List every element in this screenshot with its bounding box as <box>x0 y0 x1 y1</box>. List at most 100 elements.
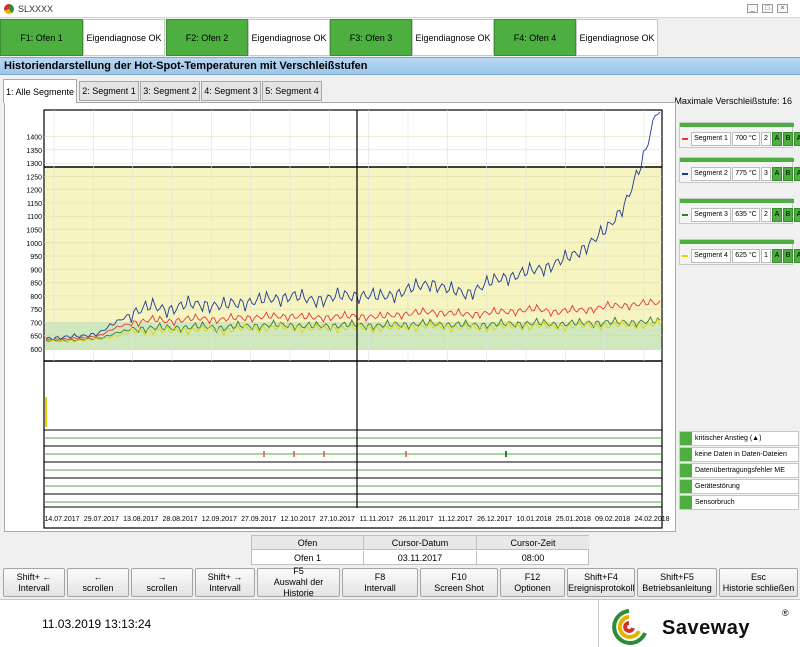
event-no-data[interactable]: keine Daten in Daten-Dateien <box>679 447 799 462</box>
segment-2-name: Segment 2 <box>691 166 731 181</box>
y-tick-label: 1400 <box>26 135 42 142</box>
registered-mark: ® <box>782 608 789 618</box>
x-tick-label: 09.02.2018 <box>595 516 630 523</box>
tab-all-segments[interactable]: 1: Alle Segmente <box>3 79 77 103</box>
y-tick-label: 1250 <box>26 174 42 181</box>
fkey-label: Esc <box>750 571 766 582</box>
event-no-data-marker <box>680 448 692 461</box>
x-tick-label: 14.07.2017 <box>44 516 79 523</box>
x-tick-label: 11.12.2017 <box>438 516 473 523</box>
event-log-button[interactable]: Shift+F4 Ereignisprotokoll <box>567 568 635 597</box>
oven-1-button[interactable]: F1: Ofen 1 <box>0 19 83 56</box>
tab-segment-3[interactable]: 4: Segment 3 <box>201 81 261 101</box>
oven-3-status: Eigendiagnose OK <box>412 19 494 56</box>
segment-3-level: 2 <box>761 207 771 222</box>
cursor-info-table: Ofen Cursor-Datum Cursor-Zeit Ofen 1 03.… <box>251 535 589 565</box>
event-device-fault[interactable]: Gerätestörung <box>679 479 799 494</box>
event-marker <box>505 451 507 457</box>
segment-4-legend[interactable]: Segment 4 625 °C 1 A B A <box>679 239 800 265</box>
close-icon[interactable]: × <box>777 4 788 13</box>
footer-divider <box>598 600 599 647</box>
tab-segment-2[interactable]: 3: Segment 2 <box>140 81 200 101</box>
history-chart[interactable]: 600 650 700 750 800 850 900 950 1000 1050 1100 1150… <box>4 102 676 532</box>
y-tick-label: 850 <box>30 281 42 288</box>
scroll-left-button[interactable]: ← scrollen <box>67 568 129 597</box>
fkey-label: F5 <box>293 566 304 576</box>
event-sensor-break-label: Sensorbruch <box>695 499 735 506</box>
segment-2-swatch <box>682 172 688 175</box>
scroll-right-button[interactable]: → scrollen <box>131 568 193 597</box>
segment-1-swatch <box>682 137 688 140</box>
oven-3-button[interactable]: F3: Ofen 3 <box>330 19 412 56</box>
y-tick-label: 750 <box>30 307 42 314</box>
segment-2-c: A <box>794 166 800 181</box>
zone-band-1 <box>45 167 661 323</box>
cursor-info-oven: Ofen 1 <box>252 551 364 565</box>
event-critical-rise[interactable]: kritischer Anstieg (▲) <box>679 431 799 446</box>
y-tick-label: 900 <box>30 267 42 274</box>
close-history-button[interactable]: Esc Historie schließen <box>719 568 798 597</box>
cursor-info-header-oven: Ofen <box>252 536 364 550</box>
x-tick-label: 26.11.2017 <box>399 516 434 523</box>
event-sensor-break[interactable]: Sensorbruch <box>679 495 799 510</box>
page-title: Historiendarstellung der Hot-Spot-Temper… <box>0 57 800 75</box>
shift-right-interval-button[interactable]: Shift+ → Intervall <box>195 568 255 597</box>
fkey-label: Screen Shot <box>434 582 484 593</box>
cursor-info-date: 03.11.2017 <box>364 551 477 565</box>
event-marker <box>293 451 295 457</box>
tab-segment-4[interactable]: 5: Segment 4 <box>262 81 322 101</box>
manual-button[interactable]: Shift+F5 Betriebsanleitung <box>637 568 717 597</box>
segment-1-a: A <box>772 131 782 146</box>
fkey-label: Shift+ ← <box>16 571 52 582</box>
minimize-icon[interactable]: _ <box>747 4 758 13</box>
y-tick-label: 1100 <box>27 214 42 221</box>
segment-3-swatch <box>682 213 688 216</box>
segment-2-a: A <box>772 166 782 181</box>
event-transmission-error-marker <box>680 464 692 477</box>
interval-button[interactable]: F8 Intervall <box>342 568 418 597</box>
x-tick-label: 29.07.2017 <box>84 516 119 523</box>
y-tick-label: 600 <box>30 347 42 354</box>
options-button[interactable]: F12 Optionen <box>500 568 565 597</box>
oven-2-button[interactable]: F2: Ofen 2 <box>166 19 248 56</box>
history-selection-button[interactable]: F5 Auswahl der Historie <box>257 566 340 598</box>
event-marker <box>263 451 265 457</box>
fkey-label: Intervall <box>18 582 50 593</box>
x-tick-label: 13.08.2017 <box>123 516 158 523</box>
cursor-info-header-date: Cursor-Datum <box>364 536 477 550</box>
event-transmission-error[interactable]: Datenübertragungsfehler ME <box>679 463 799 478</box>
tab-segment-1[interactable]: 2: Segment 1 <box>79 81 139 101</box>
event-device-fault-label: Gerätestörung <box>695 483 740 490</box>
y-tick-label: 950 <box>30 254 42 261</box>
screenshot-button[interactable]: F10 Screen Shot <box>420 568 498 597</box>
fkey-label: Intervall <box>364 582 396 593</box>
y-tick-label: 1050 <box>26 228 42 235</box>
fkey-label: Auswahl der Historie <box>273 577 324 598</box>
segment-1-legend[interactable]: Segment 1 700 °C 2 A B A <box>679 122 800 148</box>
segment-2-legend[interactable]: Segment 2 775 °C 3 A B A <box>679 157 800 183</box>
segment-2-temp: 775 °C <box>732 166 760 181</box>
segment-4-c: A <box>794 248 800 263</box>
segment-2-level: 3 <box>761 166 771 181</box>
segment-1-name: Segment 1 <box>691 131 731 146</box>
oven-4-button[interactable]: F4: Ofen 4 <box>494 19 576 56</box>
shift-left-interval-button[interactable]: Shift+ ← Intervall <box>3 568 65 597</box>
oven-status-bar: F1: Ofen 1 Eigendiagnose OK F2: Ofen 2 E… <box>0 19 800 57</box>
maximize-icon[interactable]: □ <box>762 4 773 13</box>
event-no-data-label: keine Daten in Daten-Dateien <box>695 451 787 458</box>
segment-4-temp: 625 °C <box>732 248 760 263</box>
segment-2-b: B <box>783 166 793 181</box>
segment-4-swatch <box>682 254 688 257</box>
max-wear-level: Maximale Verschleißstufe: 16 <box>674 96 792 106</box>
segment-3-legend[interactable]: Segment 3 635 °C 2 A B A <box>679 198 800 224</box>
start-marker <box>45 397 47 427</box>
temperature-chart-svg[interactable]: 600 650 700 750 800 850 900 950 1000 1050 1100 1150… <box>5 103 677 533</box>
x-tick-label: 27.10.2017 <box>320 516 355 523</box>
window-title: SLXXXX <box>18 4 54 14</box>
segment-3-c: A <box>794 207 800 222</box>
segment-1-c: A <box>794 131 800 146</box>
event-marker <box>405 451 407 457</box>
y-tick-label: 800 <box>30 294 42 301</box>
fkey-label: F10 <box>451 571 467 582</box>
y-tick-label: 1200 <box>26 188 42 195</box>
